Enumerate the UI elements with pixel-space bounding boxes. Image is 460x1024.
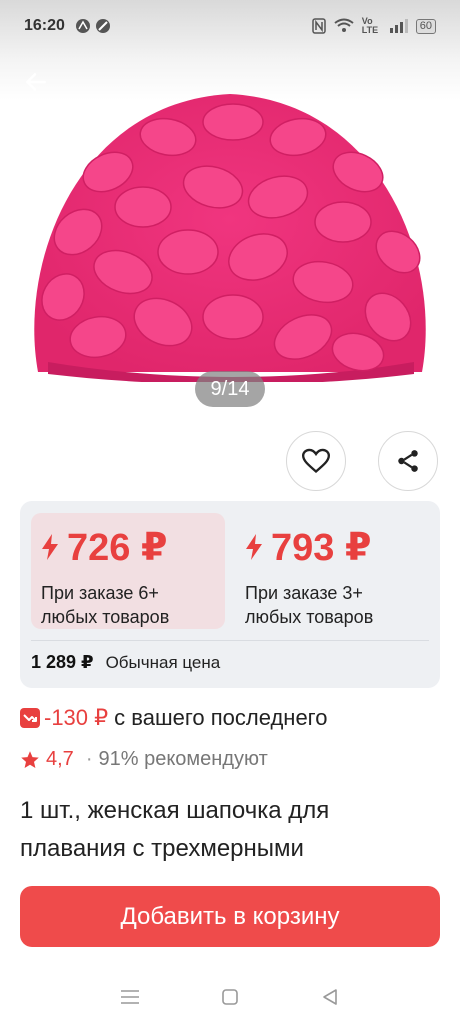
network-type: Vo LTE: [361, 16, 379, 35]
back-nav-button[interactable]: [310, 977, 350, 1017]
heart-icon: [302, 448, 330, 474]
home-nav-button[interactable]: [210, 977, 250, 1017]
wifi-icon: [334, 18, 354, 32]
menu-icon: [121, 990, 139, 1004]
separator-dot: ·: [85, 748, 93, 770]
system-nav-bar: [0, 970, 460, 1024]
menu-nav-button[interactable]: [110, 977, 150, 1017]
battery-indicator: 60: [415, 18, 436, 34]
rating-line[interactable]: 4,7 · 91% рекомендуют: [20, 748, 268, 771]
favorite-button[interactable]: [286, 431, 346, 491]
share-icon: [398, 450, 418, 472]
status-time: 16:20: [24, 17, 65, 34]
lightning-icon: [42, 534, 58, 560]
triangle-back-icon: [323, 989, 337, 1005]
price-down-icon: [20, 708, 40, 728]
dnd-icon: [95, 19, 110, 33]
offer-price: 726 ₽: [67, 526, 168, 569]
status-bar: 16:20 Vo LTE 60: [0, 0, 460, 52]
regular-price-value: 1 289 ₽: [31, 652, 94, 672]
product-image[interactable]: [18, 82, 442, 382]
regular-price-label: Обычная цена: [105, 653, 221, 672]
offer-6-items[interactable]: 726 ₽ При заказе 6+ любых товаров: [31, 513, 225, 629]
add-to-cart-button[interactable]: Добавить в корзину: [20, 886, 440, 947]
regular-price: 1 289 ₽ Обычная цена: [31, 652, 220, 673]
nfc-icon: [312, 18, 326, 34]
star-icon: [21, 750, 39, 768]
lightning-icon: [246, 534, 262, 560]
discount-line: -130 ₽ с вашего последнего: [20, 705, 327, 731]
divider: [31, 640, 429, 641]
back-button[interactable]: [18, 64, 54, 100]
signal-icon: [389, 19, 408, 33]
home-square-icon: [222, 989, 238, 1005]
discount-amount: -130 ₽: [44, 705, 109, 730]
product-gallery[interactable]: 9/14: [0, 0, 460, 420]
image-counter: 9/14: [195, 371, 265, 407]
app-notification-icon: [75, 19, 90, 33]
recommend-text: 91% рекомендуют: [98, 748, 268, 770]
offer-condition: При заказе 3+ любых товаров: [245, 583, 374, 627]
arrow-left-icon: [26, 73, 46, 91]
product-title: 1 шт., женская шапочка для плавания с тр…: [20, 797, 330, 862]
rating-value: 4,7: [46, 748, 74, 770]
offer-3-items[interactable]: 793 ₽ При заказе 3+ любых товаров: [235, 513, 429, 629]
share-button[interactable]: [378, 431, 438, 491]
price-card: 726 ₽ При заказе 6+ любых товаров 793 ₽ …: [20, 501, 440, 688]
offer-price: 793 ₽: [271, 526, 372, 569]
offer-condition: При заказе 6+ любых товаров: [41, 583, 170, 627]
discount-text: с вашего последнего: [114, 705, 328, 730]
